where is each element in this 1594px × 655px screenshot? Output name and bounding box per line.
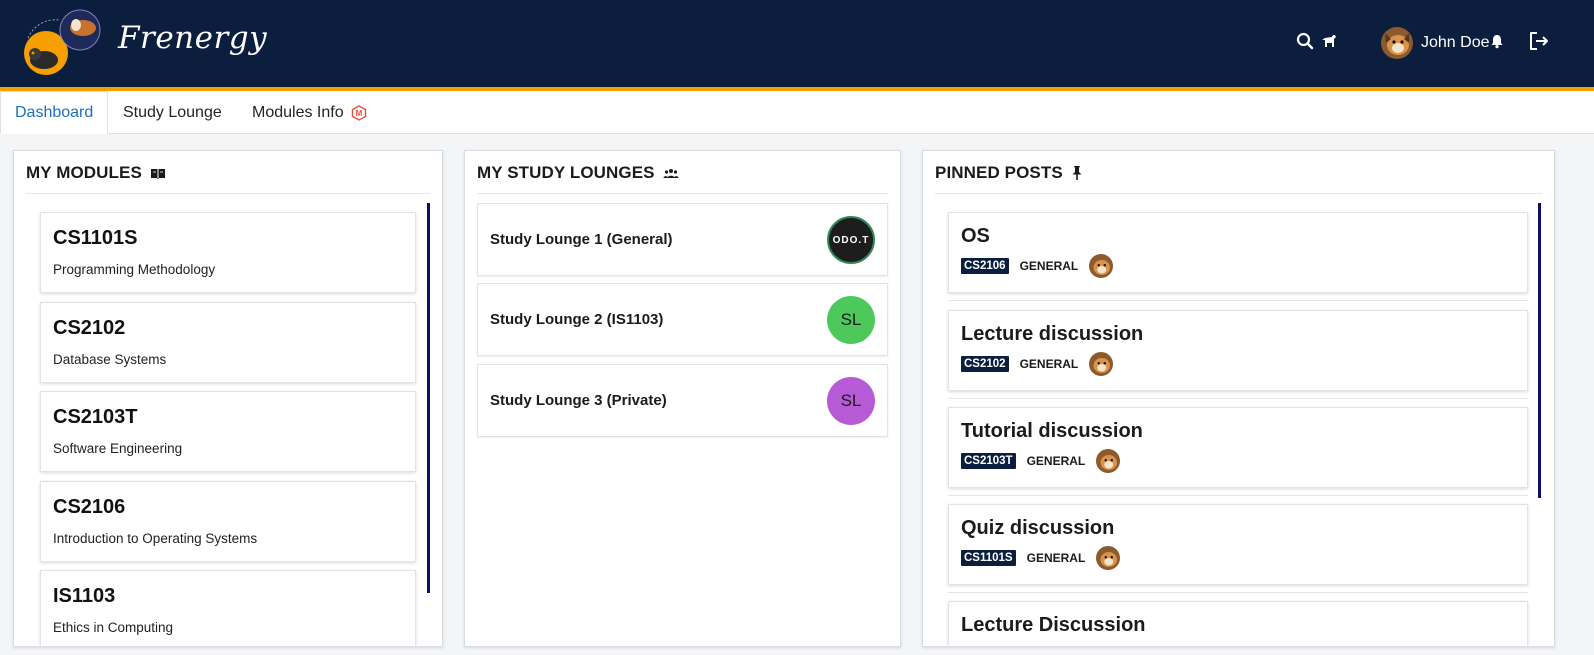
author-avatar <box>1089 352 1114 376</box>
lounge-avatar-text: SL <box>840 391 862 410</box>
module-card-cs2103t[interactable]: CS2103T Software Engineering <box>40 391 416 472</box>
post-card-3[interactable]: Tutorial discussion CS2103T GENERAL <box>948 407 1528 488</box>
user-menu[interactable]: John Doe <box>1381 27 1490 59</box>
post-meta: CS2103T GENERAL <box>961 449 1515 473</box>
module-name: Software Engineering <box>53 441 183 456</box>
post-card-5[interactable]: Lecture Discussion <box>948 601 1528 646</box>
modules-list[interactable]: CS1101S Programming Methodology CS2102 D… <box>14 203 442 646</box>
author-avatar <box>1096 449 1121 473</box>
module-tag: CS1101S <box>961 550 1016 566</box>
module-card-cs1101s[interactable]: CS1101S Programming Methodology <box>40 212 416 293</box>
lounge-name: Study Lounge 3 (Private) <box>490 392 667 409</box>
pinned-posts-title-text: PINNED POSTS <box>935 163 1063 182</box>
svg-text:M: M <box>355 109 362 118</box>
my-study-lounges-title-text: MY STUDY LOUNGES <box>477 163 655 182</box>
tab-dashboard[interactable]: Dashboard <box>0 91 109 134</box>
lounge-card-1[interactable]: Study Lounge 1 (General) ODO.T <box>477 203 888 276</box>
module-card-cs2102[interactable]: CS2102 Database Systems <box>40 302 416 383</box>
author-avatar <box>1096 546 1121 570</box>
post-card-4[interactable]: Quiz discussion CS1101S GENERAL <box>948 504 1528 585</box>
pin-icon <box>1071 165 1083 181</box>
pinned-posts-panel: PINNED POSTS OS CS2106 GENERAL Lecture d… <box>922 150 1555 647</box>
category-label: GENERAL <box>1026 551 1086 565</box>
module-code: CS2102 <box>53 317 126 339</box>
lounge-avatar-text: ODO.T <box>832 234 870 246</box>
post-title: Tutorial discussion <box>961 420 1143 442</box>
lounge-avatar: SL <box>827 377 875 425</box>
lounge-name: Study Lounge 1 (General) <box>490 231 673 248</box>
post-separator <box>948 592 1528 593</box>
lounge-avatar: ODO.T <box>827 216 875 264</box>
module-card-cs2106[interactable]: CS2106 Introduction to Operating Systems <box>40 481 416 562</box>
tab-study-lounge[interactable]: Study Lounge <box>123 91 222 134</box>
post-meta: CS2106 GENERAL <box>961 254 1515 278</box>
module-tag: CS2106 <box>961 258 1009 274</box>
lounge-avatar: SL <box>827 296 875 344</box>
search-icon[interactable] <box>1294 30 1316 52</box>
post-meta: CS2102 GENERAL <box>961 352 1515 376</box>
lounge-card-3[interactable]: Study Lounge 3 (Private) SL <box>477 364 888 437</box>
my-study-lounges-title: MY STUDY LOUNGES <box>477 163 679 183</box>
tab-study-lounge-label: Study Lounge <box>123 103 222 121</box>
group-icon <box>663 167 679 179</box>
user-name: John Doe <box>1421 34 1490 51</box>
top-navbar: Frenergy John Doe <box>0 0 1594 87</box>
posts-list[interactable]: OS CS2106 GENERAL Lecture discussion CS2… <box>923 203 1554 646</box>
post-separator <box>948 495 1528 496</box>
module-tag: CS2102 <box>961 356 1009 372</box>
module-code: CS2103T <box>53 406 138 428</box>
post-card-2[interactable]: Lecture discussion CS2102 GENERAL <box>948 310 1528 391</box>
user-avatar <box>1381 27 1413 59</box>
pinned-posts-title: PINNED POSTS <box>935 163 1083 183</box>
tab-bar: Dashboard Study Lounge Modules Info M <box>0 91 1594 134</box>
tab-modules-info[interactable]: Modules Info M <box>252 91 367 134</box>
logout-icon[interactable] <box>1528 30 1550 52</box>
panel-divider <box>935 193 1542 194</box>
module-code: CS1101S <box>53 227 138 249</box>
my-modules-panel: MY MODULES CS1101S Programming Methodolo… <box>13 150 443 647</box>
frenergy-logo[interactable] <box>20 8 102 78</box>
post-title: OS <box>961 225 990 247</box>
posts-scrollbar[interactable] <box>1538 203 1541 498</box>
tab-dashboard-label: Dashboard <box>15 103 94 121</box>
lounge-name: Study Lounge 2 (IS1103) <box>490 311 664 328</box>
module-name: Database Systems <box>53 352 167 367</box>
post-title: Lecture Discussion <box>961 614 1146 636</box>
brand-name[interactable]: Frenergy <box>118 20 267 56</box>
post-separator <box>948 300 1528 301</box>
module-name: Programming Methodology <box>53 262 216 277</box>
lounges-list: Study Lounge 1 (General) ODO.T Study Lou… <box>465 203 900 646</box>
category-label: GENERAL <box>1019 259 1079 273</box>
my-modules-title: MY MODULES <box>26 163 166 183</box>
post-meta: CS1101S GENERAL <box>961 546 1515 570</box>
category-label: GENERAL <box>1026 454 1086 468</box>
modules-scrollbar[interactable] <box>427 203 430 593</box>
panel-divider <box>26 193 430 194</box>
lounge-card-2[interactable]: Study Lounge 2 (IS1103) SL <box>477 283 888 356</box>
module-name: Introduction to Operating Systems <box>53 531 258 546</box>
bell-icon[interactable] <box>1486 30 1508 52</box>
tab-modules-info-label: Modules Info <box>252 103 344 121</box>
post-title: Quiz discussion <box>961 517 1115 539</box>
nusmods-icon: M <box>351 104 367 121</box>
module-name: Ethics in Computing <box>53 620 174 635</box>
post-card-1[interactable]: OS CS2106 GENERAL <box>948 212 1528 293</box>
module-tag: CS2103T <box>961 453 1016 469</box>
my-modules-title-text: MY MODULES <box>26 163 142 182</box>
post-title: Lecture discussion <box>961 323 1144 345</box>
lounge-avatar-text: SL <box>840 310 862 329</box>
author-avatar <box>1089 254 1114 278</box>
module-code: IS1103 <box>53 585 116 607</box>
module-code: CS2106 <box>53 496 126 518</box>
post-separator <box>948 398 1528 399</box>
book-icon <box>150 167 166 179</box>
module-card-is1103[interactable]: IS1103 Ethics in Computing <box>40 570 416 646</box>
dog-icon[interactable] <box>1318 30 1340 52</box>
panel-divider <box>477 193 888 194</box>
category-label: GENERAL <box>1019 357 1079 371</box>
my-study-lounges-panel: MY STUDY LOUNGES Study Lounge 1 (General… <box>464 150 901 647</box>
